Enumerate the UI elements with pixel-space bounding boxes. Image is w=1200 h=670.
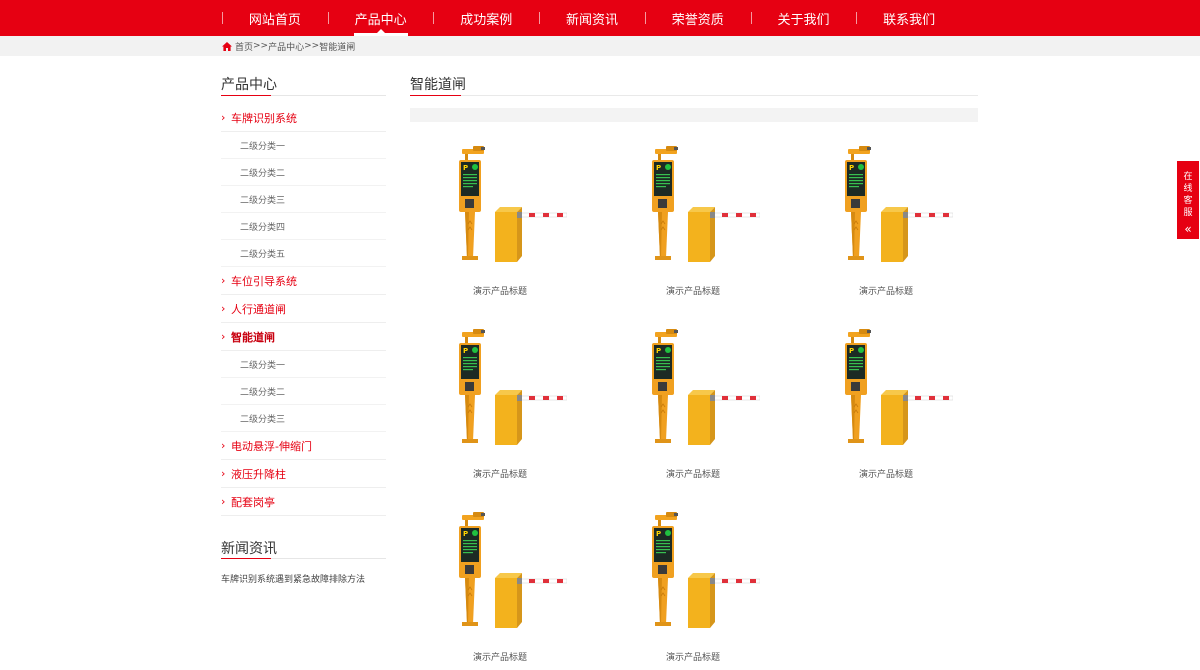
category-item[interactable]: › 车牌识别系统 (221, 104, 386, 132)
chevron-right-icon: › (221, 330, 226, 343)
product-caption: 演示产品标题 (858, 470, 913, 480)
nav-separator (750, 12, 752, 24)
category-label: 人行通道闸 (231, 302, 286, 316)
chevron-right-icon: › (221, 302, 226, 315)
nav-item-contact[interactable]: 联系我们 (856, 0, 962, 36)
barrier-gate-image (844, 329, 953, 446)
product-caption: 演示产品标题 (665, 470, 720, 480)
product-caption: 演示产品标题 (472, 470, 527, 480)
service-label: 在线客服 (1183, 172, 1193, 218)
barrier-gate-image (458, 329, 567, 446)
sidebar-title-rule (221, 95, 386, 96)
category-item[interactable]: › 人行通道闸 (221, 295, 386, 323)
page-title-rule (410, 95, 978, 96)
nav-item-news[interactable]: 新闻资讯 (539, 0, 645, 36)
news-title-rule (221, 558, 386, 559)
category-label: 配套岗亭 (231, 495, 275, 509)
subcategory-item[interactable]: 二级分类一 (221, 132, 386, 159)
product-card[interactable]: 演示产品标题 (603, 144, 783, 304)
subcategory-item[interactable]: 二级分类五 (221, 240, 386, 267)
product-card[interactable]: 演示产品标题 (410, 327, 590, 487)
nav-items: 网站首页 产品中心 成功案例 新闻资讯 荣誉资质 关于我们 联系我们 (222, 0, 962, 36)
nav-separator (222, 12, 223, 24)
nav-separator (433, 12, 435, 24)
nav-item-home[interactable]: 网站首页 (222, 0, 328, 36)
barrier-gate-image (651, 329, 760, 446)
chevron-right-icon: › (221, 495, 226, 508)
online-service-tab[interactable]: 在线客服 « (1177, 161, 1199, 239)
top-navigation: 网站首页 产品中心 成功案例 新闻资讯 荣誉资质 关于我们 联系我们 (0, 0, 1200, 36)
nav-item-about[interactable]: 关于我们 (750, 0, 857, 36)
category-item-current[interactable]: › 智能道闸 (221, 323, 386, 351)
category-item[interactable]: › 车位引导系统 (221, 267, 386, 295)
category-label: 液压升降柱 (231, 467, 286, 481)
nav-label: 荣誉资质 (671, 12, 724, 28)
subcategory-item[interactable]: 二级分类三 (221, 186, 386, 213)
product-card[interactable]: 演示产品标题 (796, 327, 976, 487)
sidebar-title: 产品中心 (221, 77, 277, 93)
product-caption: 演示产品标题 (472, 287, 527, 297)
subcategory-item[interactable]: 二级分类四 (221, 213, 386, 240)
category-label: 智能道闸 (231, 330, 275, 344)
breadcrumb-separator: >> (253, 41, 269, 51)
chevron-right-icon: › (221, 111, 226, 124)
product-card[interactable]: 演示产品标题 (603, 510, 783, 670)
nav-separator (644, 12, 646, 24)
subcategory-item[interactable]: 二级分类一 (221, 351, 386, 378)
home-icon (222, 41, 232, 51)
category-label: 车位引导系统 (231, 274, 297, 288)
subcategory-item[interactable]: 二级分类二 (221, 159, 386, 186)
category-item[interactable]: › 液压升降柱 (221, 460, 386, 488)
barrier-gate-image (458, 146, 567, 263)
nav-separator (327, 12, 329, 24)
breadcrumb-separator: >> (304, 41, 320, 51)
news-item-link[interactable]: 车牌识别系统遇到紧急故障排除方法 (221, 572, 365, 585)
subcategory-item[interactable]: 二级分类二 (221, 378, 386, 405)
nav-item-products[interactable]: 产品中心 (327, 0, 434, 36)
nav-label: 成功案例 (460, 12, 513, 28)
nav-label: 关于我们 (777, 12, 830, 28)
product-card[interactable]: 演示产品标题 (410, 144, 590, 304)
breadcrumb-home-link[interactable]: 首页 (235, 40, 253, 53)
active-indicator-icon (376, 29, 385, 33)
category-item[interactable]: › 电动悬浮-伸缩门 (221, 432, 386, 460)
nav-label: 新闻资讯 (566, 12, 619, 28)
product-card[interactable]: 演示产品标题 (796, 144, 976, 304)
product-caption: 演示产品标题 (665, 653, 720, 663)
nav-label: 网站首页 (248, 12, 301, 28)
product-card[interactable]: 演示产品标题 (603, 327, 783, 487)
breadcrumb-bar: 首页 >> 产品中心 >> 智能道闸 (0, 36, 1200, 56)
product-card[interactable]: 演示产品标题 (410, 510, 590, 670)
breadcrumb-products-link[interactable]: 产品中心 (268, 40, 304, 53)
breadcrumb: 首页 >> 产品中心 >> 智能道闸 (222, 36, 355, 56)
chevron-right-icon: › (221, 439, 226, 452)
category-label: 电动悬浮-伸缩门 (231, 439, 312, 453)
filter-bar (410, 108, 978, 122)
barrier-gate-image (458, 512, 567, 629)
barrier-gate-image (651, 146, 760, 263)
news-section-title: 新闻资讯 (221, 541, 277, 557)
nav-label: 产品中心 (354, 12, 407, 28)
product-caption: 演示产品标题 (665, 287, 720, 297)
product-caption: 演示产品标题 (858, 287, 913, 297)
double-chevron-left-icon: « (1184, 222, 1192, 236)
category-item[interactable]: › 配套岗亭 (221, 488, 386, 516)
page-title: 智能道闸 (410, 77, 466, 93)
subcategory-item[interactable]: 二级分类三 (221, 405, 386, 432)
product-caption: 演示产品标题 (472, 653, 527, 663)
nav-item-cases[interactable]: 成功案例 (433, 0, 539, 36)
breadcrumb-current: 智能道闸 (319, 42, 356, 53)
nav-label: 联系我们 (883, 12, 936, 28)
nav-separator (856, 12, 858, 24)
category-list: › 车牌识别系统 二级分类一 二级分类二 二级分类三 二级分类四 二级分类五 › 车… (221, 104, 386, 516)
chevron-right-icon: › (221, 274, 226, 287)
barrier-gate-image (651, 512, 760, 629)
category-label: 车牌识别系统 (231, 111, 297, 125)
chevron-right-icon: › (221, 467, 226, 480)
nav-item-honors[interactable]: 荣誉资质 (644, 0, 751, 36)
barrier-gate-image (844, 146, 953, 263)
nav-separator (539, 12, 541, 24)
